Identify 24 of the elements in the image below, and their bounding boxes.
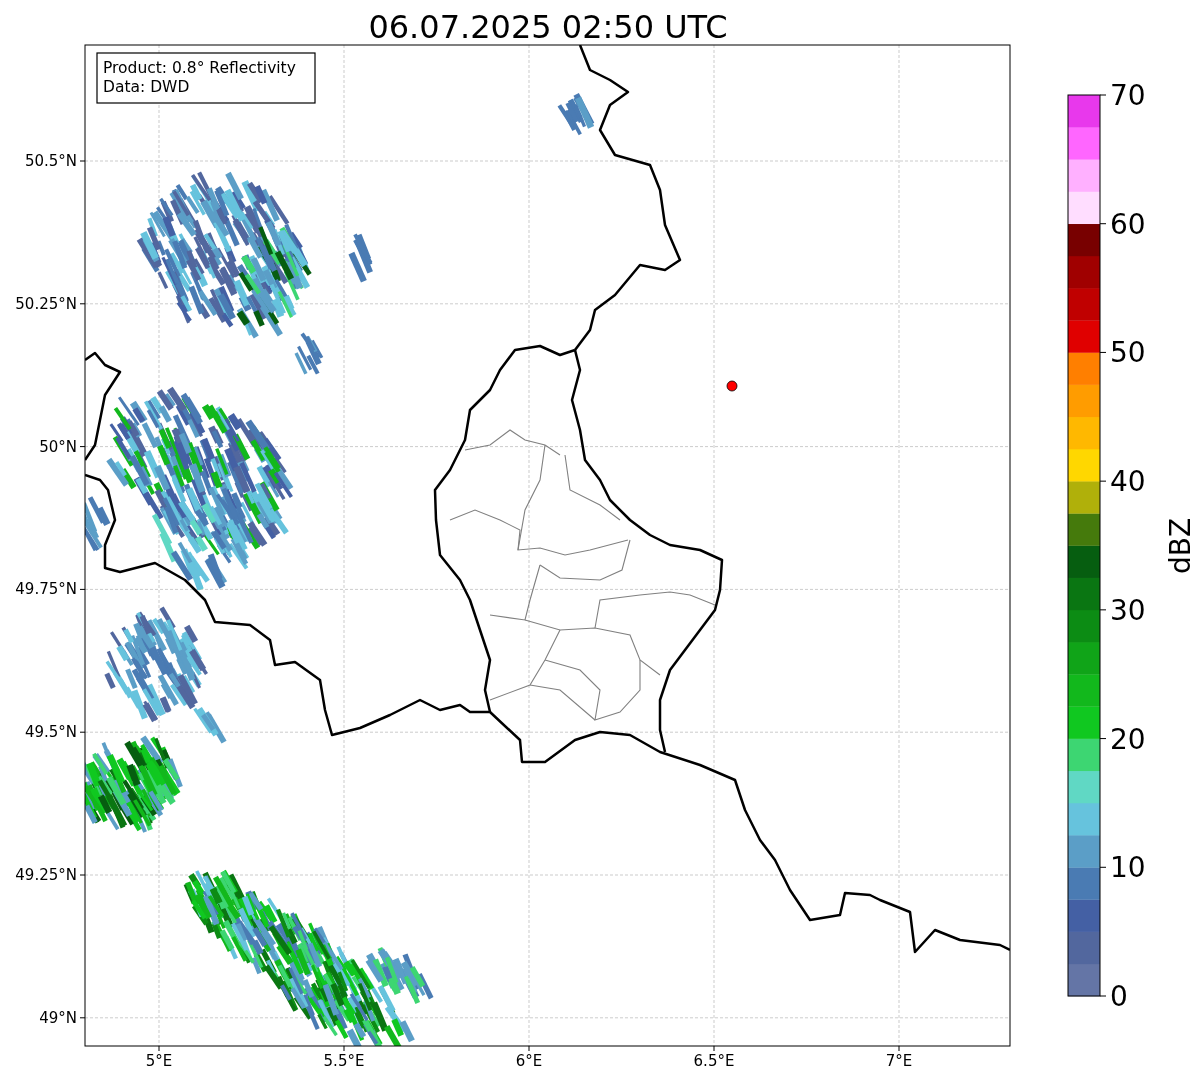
longitude-label: 7°E: [885, 1052, 913, 1070]
colorbar-tick-label: 40: [1110, 465, 1146, 499]
colorbar-tick-label: 20: [1110, 722, 1146, 756]
colorbar-tick-label: 10: [1110, 851, 1146, 885]
latitude-label: 49.75°N: [15, 580, 77, 599]
colorbar-tick-label: 30: [1110, 593, 1146, 627]
latitude-label: 49.5°N: [24, 723, 77, 742]
info-text: Product: 0.8° Reflectivity: [103, 59, 296, 77]
colorbar-tick-label: 70: [1110, 79, 1146, 112]
longitude-label: 5°E: [145, 1052, 173, 1070]
colorbar-tick-label: 60: [1110, 207, 1146, 241]
colorbar-tick-label: 0: [1110, 980, 1128, 1013]
colorbar-tick-label: 50: [1110, 336, 1146, 370]
longitude-label: 5.5°E: [323, 1052, 365, 1070]
latitude-label: 50.5°N: [24, 152, 77, 170]
chart-title: 06.07.2025 02:50 UTC: [368, 8, 728, 46]
latitude-label: 50.25°N: [15, 294, 77, 313]
info-text: Data: DWD: [103, 78, 190, 96]
latitude-label: 50°N: [39, 437, 77, 456]
latitude-label: 49°N: [39, 1008, 77, 1027]
longitude-label: 6°E: [515, 1052, 543, 1070]
colorbar-label: dBZ: [1164, 517, 1197, 575]
latitude-label: 49.25°N: [15, 866, 77, 884]
longitude-label: 6.5°E: [693, 1052, 735, 1070]
